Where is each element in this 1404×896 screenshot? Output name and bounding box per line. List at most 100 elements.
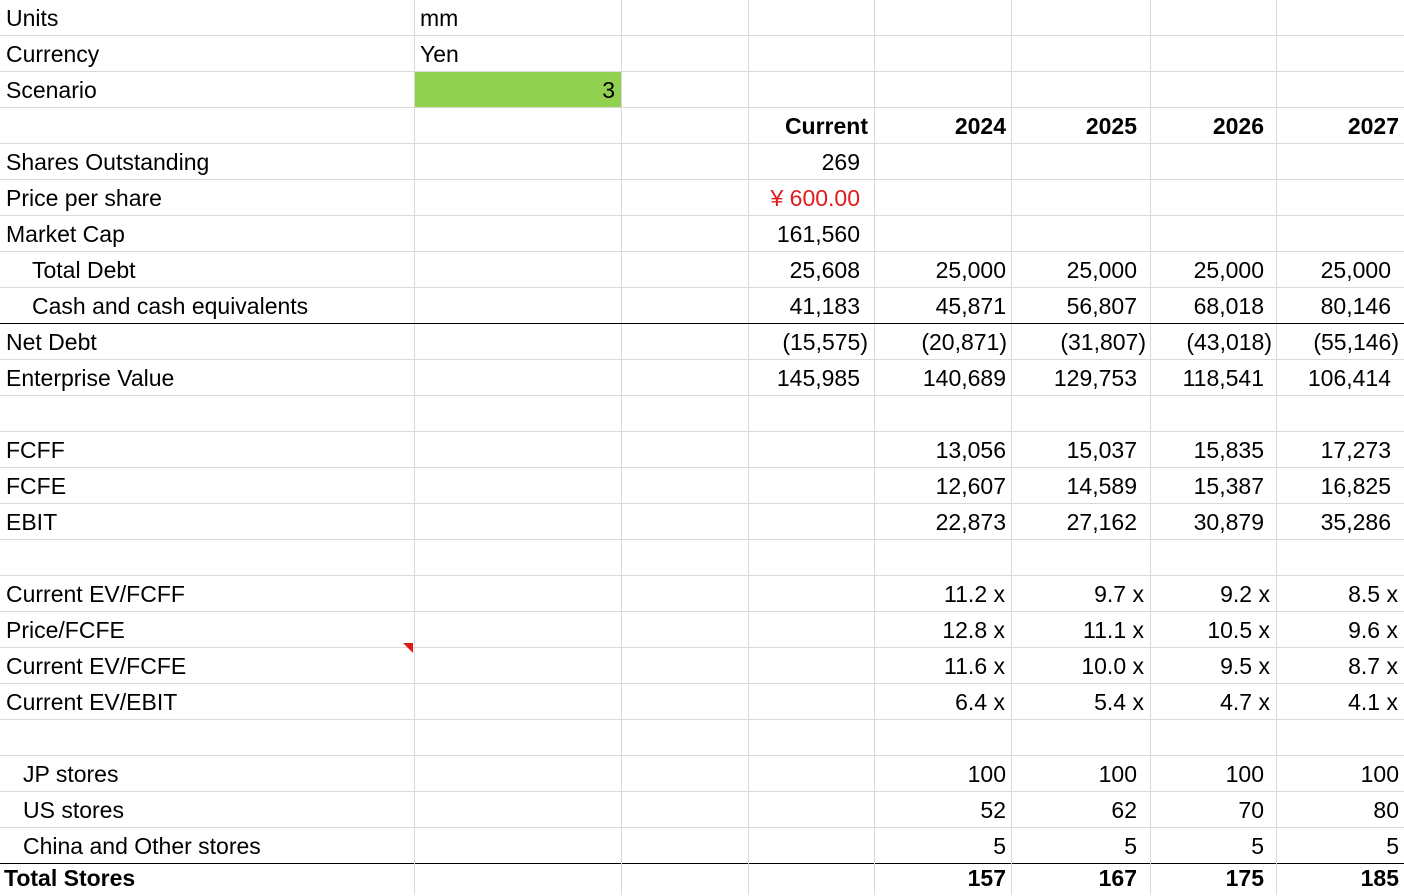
cell[interactable] bbox=[622, 720, 749, 755]
value-2027[interactable]: 16,825 bbox=[1277, 468, 1404, 503]
value-2024[interactable]: 52 bbox=[875, 792, 1012, 827]
row-label[interactable]: Price/FCFE bbox=[0, 612, 415, 647]
cell[interactable] bbox=[622, 468, 749, 503]
value-2025[interactable]: 5.4 x bbox=[1012, 684, 1151, 719]
row-label[interactable]: EBIT bbox=[0, 504, 415, 539]
row-label[interactable]: Enterprise Value bbox=[0, 360, 415, 395]
value-2024[interactable]: 11.2 x bbox=[875, 576, 1012, 611]
row-label[interactable]: Price per share bbox=[0, 180, 415, 215]
value-2026[interactable]: 9.2 x bbox=[1151, 576, 1277, 611]
cell[interactable] bbox=[1012, 180, 1151, 215]
cell[interactable] bbox=[622, 288, 749, 323]
cell[interactable] bbox=[1277, 144, 1404, 179]
cell[interactable] bbox=[415, 576, 622, 611]
header-2027[interactable]: 2027 bbox=[1277, 108, 1404, 143]
cell[interactable] bbox=[1012, 144, 1151, 179]
cell[interactable] bbox=[415, 792, 622, 827]
cell[interactable] bbox=[622, 504, 749, 539]
value-2026[interactable]: 9.5 x bbox=[1151, 648, 1277, 683]
value-2026[interactable]: 118,541 bbox=[1151, 360, 1277, 395]
value-2027[interactable]: 5 bbox=[1277, 828, 1404, 863]
value-2025[interactable]: 100 bbox=[1012, 756, 1151, 791]
cell[interactable] bbox=[1277, 36, 1404, 71]
cell[interactable] bbox=[622, 648, 749, 683]
value-current[interactable]: (15,575) bbox=[749, 324, 875, 359]
value-current[interactable]: 269 bbox=[749, 144, 875, 179]
value-2027[interactable]: 80,146 bbox=[1277, 288, 1404, 323]
cell[interactable] bbox=[749, 792, 875, 827]
value-current[interactable]: ¥ 600.00 bbox=[749, 180, 875, 215]
cell[interactable] bbox=[415, 216, 622, 251]
cell-units-label[interactable]: Units bbox=[0, 0, 415, 35]
cell[interactable] bbox=[622, 144, 749, 179]
value-2026[interactable]: 10.5 x bbox=[1151, 612, 1277, 647]
cell[interactable] bbox=[749, 756, 875, 791]
cell[interactable] bbox=[415, 468, 622, 503]
row-label[interactable]: Cash and cash equivalents bbox=[0, 288, 415, 323]
value-2025[interactable]: 62 bbox=[1012, 792, 1151, 827]
cell[interactable] bbox=[622, 828, 749, 863]
value-2024[interactable]: 45,871 bbox=[875, 288, 1012, 323]
value-2025[interactable]: 9.7 x bbox=[1012, 576, 1151, 611]
comment-indicator-icon[interactable] bbox=[403, 643, 413, 653]
value-2024[interactable]: 100 bbox=[875, 756, 1012, 791]
value-2027[interactable]: 17,273 bbox=[1277, 432, 1404, 467]
cell[interactable] bbox=[622, 180, 749, 215]
value-2024[interactable]: 12.8 x bbox=[875, 612, 1012, 647]
cell[interactable] bbox=[1277, 216, 1404, 251]
cell[interactable] bbox=[875, 72, 1012, 107]
cell-currency-value[interactable]: Yen bbox=[415, 36, 622, 71]
value-2024[interactable]: 157 bbox=[875, 860, 1012, 895]
row-label[interactable]: Total Debt bbox=[0, 252, 415, 287]
value-2025[interactable]: (31,807) bbox=[1012, 324, 1151, 359]
value-2027[interactable]: 25,000 bbox=[1277, 252, 1404, 287]
value-2025[interactable]: 27,162 bbox=[1012, 504, 1151, 539]
row-label[interactable]: Current EV/FCFE bbox=[0, 648, 415, 683]
cell[interactable] bbox=[875, 720, 1012, 755]
value-2026[interactable]: 100 bbox=[1151, 756, 1277, 791]
cell[interactable] bbox=[415, 504, 622, 539]
cell[interactable] bbox=[1151, 540, 1277, 575]
cell[interactable] bbox=[415, 108, 622, 143]
value-2026[interactable]: 175 bbox=[1151, 860, 1277, 895]
value-2025[interactable]: 15,037 bbox=[1012, 432, 1151, 467]
value-2027[interactable]: 35,286 bbox=[1277, 504, 1404, 539]
value-2027[interactable]: 8.7 x bbox=[1277, 648, 1404, 683]
cell[interactable] bbox=[415, 144, 622, 179]
cell[interactable] bbox=[1151, 216, 1277, 251]
value-2025[interactable]: 11.1 x bbox=[1012, 612, 1151, 647]
cell[interactable] bbox=[1012, 36, 1151, 71]
value-2026[interactable]: 70 bbox=[1151, 792, 1277, 827]
value-2024[interactable]: 6.4 x bbox=[875, 684, 1012, 719]
cell[interactable] bbox=[415, 432, 622, 467]
value-2025[interactable]: 5 bbox=[1012, 828, 1151, 863]
value-2025[interactable]: 167 bbox=[1012, 860, 1151, 895]
cell[interactable] bbox=[1277, 540, 1404, 575]
cell[interactable] bbox=[622, 396, 749, 431]
cell[interactable] bbox=[1012, 216, 1151, 251]
cell[interactable] bbox=[749, 36, 875, 71]
cell[interactable] bbox=[1151, 396, 1277, 431]
row-label[interactable]: Total Stores bbox=[0, 860, 415, 895]
cell[interactable] bbox=[622, 860, 749, 895]
cell[interactable] bbox=[622, 360, 749, 395]
value-2024[interactable]: 12,607 bbox=[875, 468, 1012, 503]
row-label[interactable]: JP stores bbox=[0, 756, 415, 791]
cell[interactable] bbox=[415, 180, 622, 215]
cell[interactable] bbox=[875, 540, 1012, 575]
cell[interactable] bbox=[749, 720, 875, 755]
cell[interactable] bbox=[622, 576, 749, 611]
cell[interactable] bbox=[1277, 720, 1404, 755]
row-label[interactable]: Current EV/FCFF bbox=[0, 576, 415, 611]
cell[interactable] bbox=[622, 792, 749, 827]
value-2026[interactable]: 15,387 bbox=[1151, 468, 1277, 503]
value-2026[interactable]: 68,018 bbox=[1151, 288, 1277, 323]
cell[interactable] bbox=[0, 108, 415, 143]
row-label[interactable]: Net Debt bbox=[0, 324, 415, 359]
value-current[interactable]: 25,608 bbox=[749, 252, 875, 287]
value-2026[interactable]: 25,000 bbox=[1151, 252, 1277, 287]
cell-scenario-label[interactable]: Scenario bbox=[0, 72, 415, 107]
cell[interactable] bbox=[749, 860, 875, 895]
cell[interactable] bbox=[415, 756, 622, 791]
row-label[interactable]: Shares Outstanding bbox=[0, 144, 415, 179]
